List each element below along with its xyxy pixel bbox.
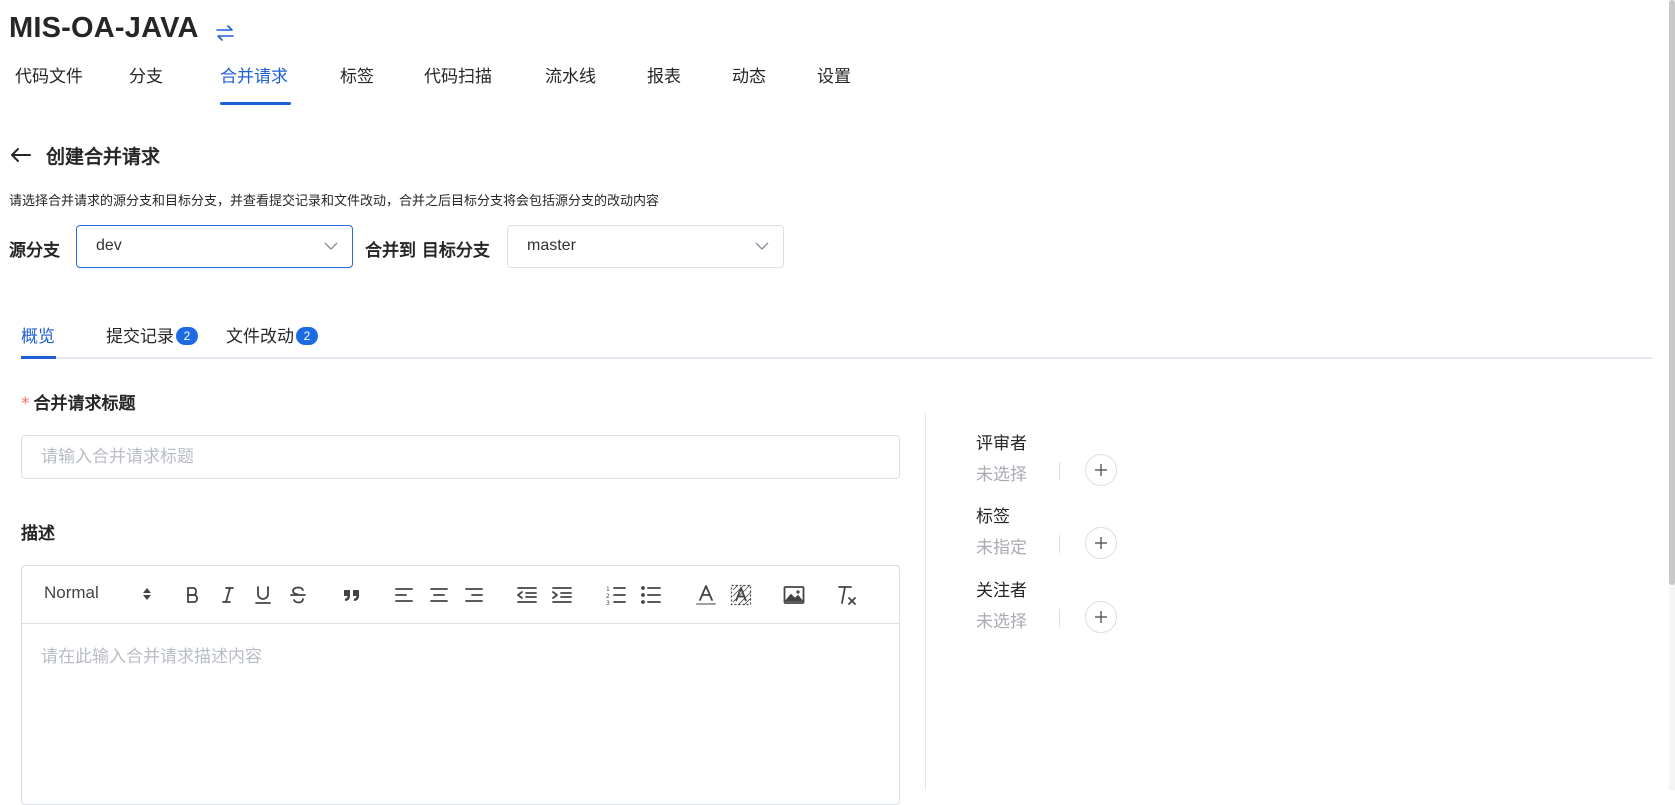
- align-center-icon[interactable]: [426, 582, 452, 608]
- count-badge: 2: [176, 327, 198, 345]
- add-label-button[interactable]: [1085, 527, 1117, 559]
- italic-icon[interactable]: [215, 582, 241, 608]
- source-branch-label: 源分支: [9, 241, 60, 261]
- nav-item-pipelines[interactable]: 流水线: [545, 62, 596, 106]
- watchers-label: 关注者: [976, 581, 1027, 601]
- ordered-list-icon[interactable]: 123: [603, 582, 629, 608]
- tab-commits[interactable]: 提交记录 2: [106, 322, 198, 347]
- blockquote-icon[interactable]: [339, 582, 365, 608]
- strikethrough-icon[interactable]: [285, 582, 311, 608]
- tabs-divider: [21, 357, 1652, 359]
- sidebar-divider: [925, 413, 926, 790]
- text-color-icon[interactable]: [693, 582, 719, 608]
- heading-format-select[interactable]: Normal: [44, 583, 152, 607]
- bold-icon[interactable]: [180, 582, 206, 608]
- plus-icon: [1095, 537, 1107, 549]
- bullet-list-icon[interactable]: [638, 582, 664, 608]
- mr-title-input[interactable]: [21, 435, 900, 479]
- count-badge: 2: [296, 327, 318, 345]
- labels-label: 标签: [976, 507, 1010, 527]
- tab-overview-label: 概览: [21, 327, 55, 347]
- nav-item-code-files[interactable]: 代码文件: [15, 62, 83, 106]
- description-editor: Normal 123 请在此输入合并请求描述内容: [21, 565, 900, 805]
- align-right-icon[interactable]: [461, 582, 487, 608]
- nav-item-merge-requests[interactable]: 合并请求: [220, 62, 288, 106]
- separator: [1059, 609, 1060, 627]
- editor-toolbar: Normal 123: [22, 566, 899, 624]
- updown-arrows-icon: [143, 588, 151, 600]
- chevron-down-icon: [755, 242, 769, 250]
- source-branch-select[interactable]: dev: [76, 225, 353, 268]
- repo-title: MIS-OA-JAVA: [9, 12, 199, 44]
- outdent-icon[interactable]: [514, 582, 540, 608]
- tab-commits-label: 提交记录: [106, 327, 174, 347]
- source-branch-value: dev: [96, 237, 122, 254]
- heading-format-value: Normal: [44, 583, 99, 602]
- tab-file-changes-label: 文件改动: [226, 327, 294, 347]
- switch-arrows-icon[interactable]: [214, 22, 236, 44]
- watchers-value: 未选择: [976, 612, 1027, 632]
- tab-active-indicator: [21, 356, 56, 359]
- plus-icon: [1095, 611, 1107, 623]
- svg-text:2: 2: [606, 593, 610, 600]
- separator: [1059, 462, 1060, 480]
- reviewers-label: 评审者: [976, 434, 1027, 454]
- indent-icon[interactable]: [549, 582, 575, 608]
- tab-file-changes[interactable]: 文件改动 2: [226, 322, 318, 347]
- background-color-icon[interactable]: [728, 582, 754, 608]
- description-editor-placeholder[interactable]: 请在此输入合并请求描述内容: [41, 642, 262, 667]
- title-field-label: * 合并请求标题: [21, 389, 136, 414]
- svg-text:1: 1: [606, 586, 610, 593]
- add-watcher-button[interactable]: [1085, 601, 1117, 633]
- labels-value: 未指定: [976, 538, 1027, 558]
- reviewers-value: 未选择: [976, 465, 1027, 485]
- nav-item-code-scan[interactable]: 代码扫描: [424, 62, 492, 106]
- nav-active-indicator: [220, 102, 291, 105]
- description-label: 描述: [21, 524, 55, 544]
- target-branch-value: master: [527, 237, 576, 254]
- nav-item-reports[interactable]: 报表: [647, 62, 681, 106]
- page-hint: 请选择合并请求的源分支和目标分支，并查看提交记录和文件改动，合并之后目标分支将会…: [9, 194, 660, 209]
- nav-item-settings[interactable]: 设置: [817, 62, 851, 106]
- separator: [1059, 535, 1060, 553]
- nav-item-activity[interactable]: 动态: [732, 62, 766, 106]
- add-reviewer-button[interactable]: [1085, 454, 1117, 486]
- page-scrollbar-thumb[interactable]: [1669, 0, 1675, 585]
- plus-icon: [1095, 464, 1107, 476]
- title-label-text: 合并请求标题: [33, 394, 136, 414]
- clear-format-icon[interactable]: [834, 582, 860, 608]
- image-icon[interactable]: [781, 582, 807, 608]
- arrow-left-icon[interactable]: [9, 144, 33, 166]
- chevron-down-icon: [324, 242, 338, 250]
- nav-item-branches[interactable]: 分支: [129, 62, 163, 106]
- tab-overview[interactable]: 概览: [21, 322, 55, 347]
- target-branch-label: 合并到 目标分支: [365, 241, 490, 261]
- target-branch-select[interactable]: master: [507, 225, 784, 268]
- nav-item-tags[interactable]: 标签: [340, 62, 374, 106]
- required-mark: *: [21, 394, 30, 414]
- page-title: 创建合并请求: [46, 146, 161, 168]
- underline-icon[interactable]: [250, 582, 276, 608]
- align-left-icon[interactable]: [391, 582, 417, 608]
- svg-text:3: 3: [606, 600, 610, 606]
